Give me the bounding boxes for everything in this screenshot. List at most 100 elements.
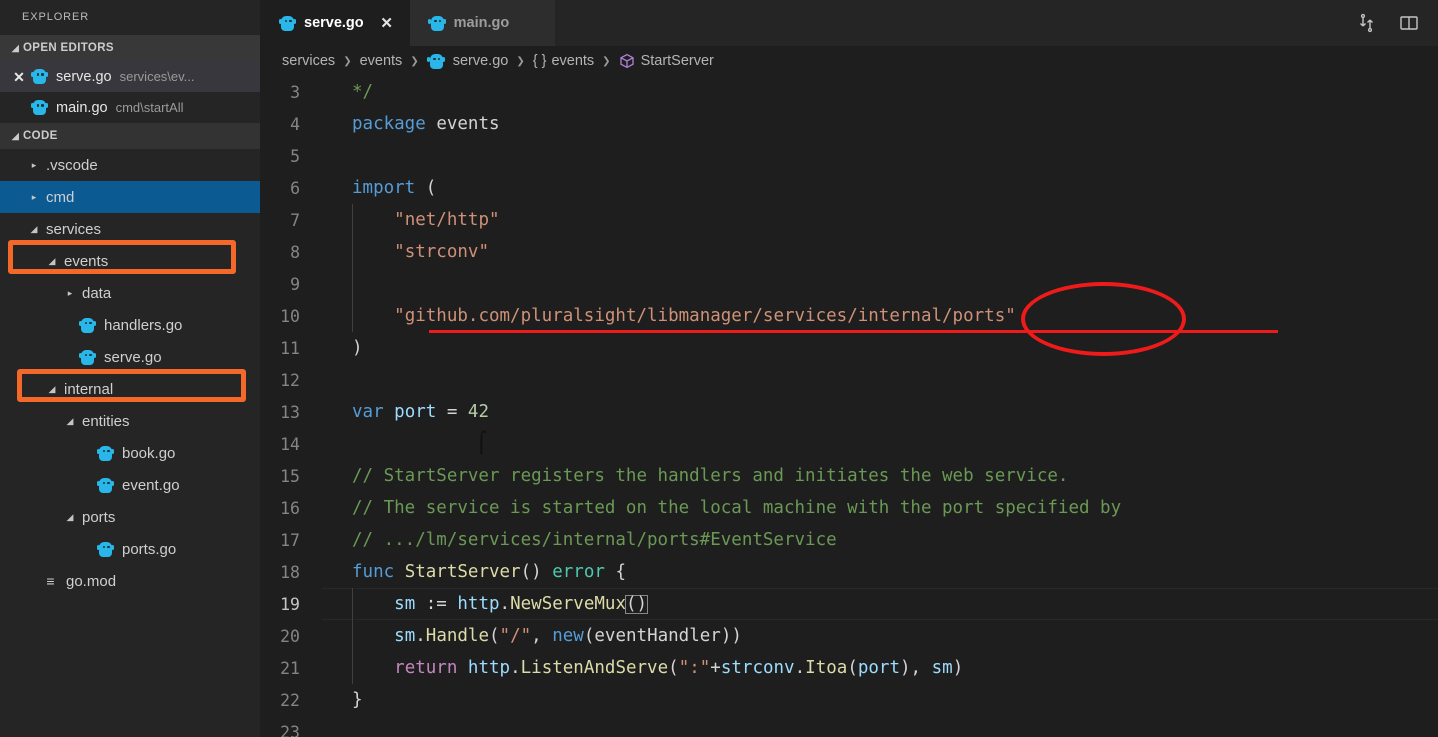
code-token: eventHandler	[594, 626, 721, 646]
code-line-text: */	[322, 82, 373, 102]
code-line[interactable]: 18 func StartServer() error {	[260, 556, 1438, 588]
line-number: 5	[290, 146, 300, 166]
breadcrumb-separator-icon: ❯	[602, 55, 611, 67]
code-line[interactable]: 11)	[260, 332, 1438, 364]
tree-item-serve-go[interactable]: serve.go	[0, 341, 260, 373]
code-line-text: sm.Handle("/", new(eventHandler))	[322, 626, 742, 646]
code-line[interactable]: 12	[260, 364, 1438, 396]
code-line[interactable]: 20 sm.Handle("/", new(eventHandler))	[260, 620, 1438, 652]
breadcrumb-item-services[interactable]: services	[282, 53, 335, 69]
tree-item-ports[interactable]: ◢ ports	[0, 501, 260, 533]
open-editor-item[interactable]: ✕ serve.go services\ev...	[0, 61, 260, 92]
go-file-icon	[96, 540, 115, 559]
tree-item-label: services	[46, 220, 102, 238]
breadcrumb-separator-icon: ❯	[410, 55, 419, 67]
line-number: 12	[280, 370, 300, 390]
code-line[interactable]: 5	[260, 140, 1438, 172]
code-token: port	[394, 402, 437, 422]
tree-item-label: cmd	[46, 188, 75, 206]
go-file-icon	[30, 67, 49, 86]
code-token: "/"	[499, 626, 532, 646]
breadcrumb-label: serve.go	[452, 53, 509, 69]
code-line[interactable]: 15 // StartServer registers the handlers …	[260, 460, 1438, 492]
breadcrumb-item-serve-go[interactable]: serve.go	[427, 52, 509, 71]
bracket-match-highlight: ()	[625, 593, 649, 615]
code-token: .	[794, 658, 806, 678]
code-line[interactable]: 19 sm := http.NewServeMux()	[260, 588, 1438, 620]
tree-item-label: data	[82, 284, 112, 302]
editor-tab-bar: serve.go ✕ main.go	[260, 0, 1438, 46]
tree-item-handlers-go[interactable]: handlers.go	[0, 309, 260, 341]
code-token: "net/http"	[394, 210, 500, 230]
tree-item-entities[interactable]: ◢ entities	[0, 405, 260, 437]
line-number: 19	[280, 594, 300, 614]
go-file-icon	[428, 14, 447, 33]
tree-item-event-go[interactable]: event.go	[0, 469, 260, 501]
line-number: 3	[290, 82, 300, 102]
close-icon[interactable]: ✕	[8, 70, 30, 84]
chevron-down-icon: ◢	[48, 255, 56, 266]
code-editor-surface[interactable]: 3 */4 package events 5 6 import (7 "net/http"…	[260, 76, 1438, 737]
code-token: sm	[394, 593, 416, 614]
split-vertical-icon[interactable]	[1356, 12, 1378, 34]
code-line[interactable]: 3 */	[260, 76, 1438, 108]
editor-tab-serve-go[interactable]: serve.go ✕	[260, 0, 410, 46]
line-number: 16	[280, 498, 300, 518]
code-line[interactable]: 8 "strconv"	[260, 236, 1438, 268]
code-line[interactable]: 16 // The service is started on the local…	[260, 492, 1438, 524]
tree-item-go-mod[interactable]: ≡ go.mod	[0, 565, 260, 597]
tree-item--vscode[interactable]: ▸ .vscode	[0, 149, 260, 181]
tree-item-cmd[interactable]: ▸ cmd	[0, 181, 260, 213]
breadcrumb-separator-icon: ❯	[343, 55, 352, 67]
code-line[interactable]: 4 package events	[260, 108, 1438, 140]
code-line-text: "strconv"	[322, 242, 489, 262]
code-line[interactable]: 17 // .../lm/services/internal/ports#Even…	[260, 524, 1438, 556]
breadcrumb-item-StartServer[interactable]: StartServer	[619, 53, 714, 69]
code-token: */	[352, 82, 374, 102]
tree-item-data[interactable]: ▸ data	[0, 277, 260, 309]
code-line[interactable]: 6 import (	[260, 172, 1438, 204]
code-line[interactable]: 10 "github.com/pluralsight/libmanager/se…	[260, 300, 1438, 332]
breadcrumb-item-events[interactable]: { } events	[533, 53, 594, 69]
tree-item-events[interactable]: ◢ events	[0, 245, 260, 277]
code-token: events	[436, 114, 500, 134]
open-editors-label: OPEN EDITORS	[23, 42, 114, 54]
code-line-text: import (	[322, 178, 436, 198]
tree-item-book-go[interactable]: book.go	[0, 437, 260, 469]
code-line[interactable]: 21 return http.ListenAndServe(":"+strcon…	[260, 652, 1438, 684]
code-token: port	[857, 658, 901, 678]
vscode-window: EXPLORER ◢ OPEN EDITORS ✕ serve.go service…	[0, 0, 1438, 737]
line-number: 4	[290, 114, 300, 134]
code-token: return	[394, 658, 458, 678]
open-editors-section-header[interactable]: ◢ OPEN EDITORS	[0, 35, 260, 61]
code-line[interactable]: 13 var port = 42	[260, 396, 1438, 428]
line-number: 23	[280, 722, 300, 737]
open-editor-item[interactable]: main.go cmd\startAll	[0, 92, 260, 123]
code-line[interactable]: 14	[260, 428, 1438, 460]
tree-item-label: ports.go	[122, 540, 177, 558]
chevron-down-icon: ◢	[48, 383, 56, 394]
code-line[interactable]: 23	[260, 716, 1438, 737]
line-number: 7	[290, 210, 300, 230]
project-section-header[interactable]: ◢ CODE	[0, 123, 260, 149]
code-token: var	[352, 402, 384, 422]
split-editor-icon[interactable]	[1398, 12, 1420, 34]
code-token: Itoa	[805, 658, 848, 678]
code-line[interactable]: 22}	[260, 684, 1438, 716]
editor-tab-main-go[interactable]: main.go	[409, 0, 556, 46]
tree-item-services[interactable]: ◢ services	[0, 213, 260, 245]
tab-close-icon[interactable]: ✕	[378, 16, 396, 31]
code-token: // .../lm/services/internal/ports#EventS…	[352, 530, 837, 550]
breadcrumb-item-events[interactable]: events	[360, 53, 403, 69]
breadcrumb: services ❯ events ❯ serve.go ❯ { } events ❯ Start…	[260, 46, 1438, 76]
line-number: 10	[280, 306, 300, 326]
tree-item-internal[interactable]: ◢ internal	[0, 373, 260, 405]
tree-item-label: entities	[82, 412, 130, 430]
code-line[interactable]: 9	[260, 268, 1438, 300]
code-token: (	[847, 658, 858, 678]
code-line[interactable]: 7 "net/http"	[260, 204, 1438, 236]
tree-item-ports-go[interactable]: ports.go	[0, 533, 260, 565]
